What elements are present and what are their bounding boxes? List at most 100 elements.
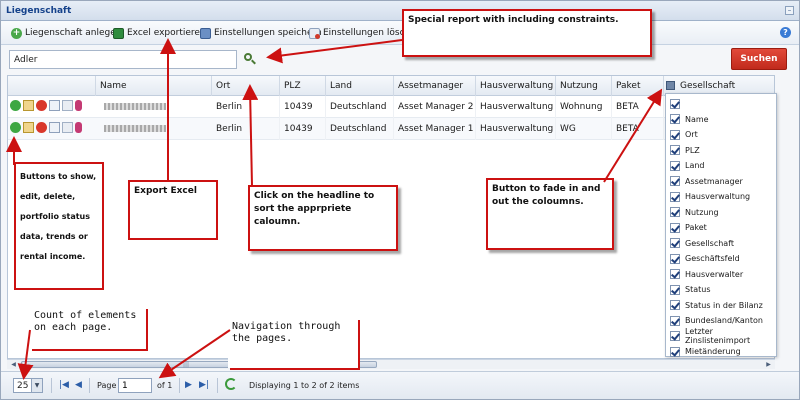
column-header-hausverwaltung[interactable]: Hausverwaltung [476, 76, 556, 96]
checkbox[interactable] [670, 238, 680, 249]
checkbox[interactable] [670, 160, 680, 171]
search-input[interactable] [9, 50, 237, 69]
column-menu-icon[interactable] [666, 81, 675, 90]
refresh-icon[interactable] [225, 378, 237, 390]
scroll-left-icon[interactable]: ◀ [9, 361, 18, 368]
table-row[interactable]: Berlin 10439 Deutschland Asset Manager 2… [8, 96, 774, 118]
previous-page-icon[interactable]: ◀ [75, 380, 82, 390]
column-toggle[interactable]: Hausverwalter [666, 267, 776, 283]
checkbox[interactable] [670, 269, 680, 280]
column-toggle[interactable]: Gesellschaft [666, 236, 776, 252]
search-icon[interactable] [244, 53, 256, 65]
save-settings-button[interactable]: Einstellungen speichern [200, 26, 322, 40]
edit-icon[interactable] [23, 122, 34, 133]
column-toggle-label: Hausverwaltung [685, 192, 751, 202]
checkbox[interactable] [670, 315, 680, 326]
cell-plz: 10439 [280, 96, 326, 118]
column-toggle[interactable]: Mietänderung [666, 344, 776, 360]
column-toggle[interactable]: Hausverwaltung [666, 189, 776, 205]
display-count-text: Displaying 1 to 2 of 2 items [249, 381, 360, 390]
table-row[interactable]: Berlin 10439 Deutschland Asset Manager 1… [8, 118, 774, 140]
checkbox[interactable] [670, 253, 680, 264]
cell-ort: Berlin [212, 96, 280, 118]
create-property-button[interactable]: + Liegenschaft anlegen [11, 26, 121, 40]
help-icon[interactable]: ? [780, 27, 791, 38]
checkbox[interactable] [670, 331, 680, 342]
column-toggle-label: Mietänderung [685, 347, 741, 357]
cell-plz: 10439 [280, 118, 326, 140]
column-header-assetmanager[interactable]: Assetmanager [394, 76, 476, 96]
portfolio-status-icon[interactable] [49, 100, 60, 111]
page-count-label: of 1 [157, 381, 173, 390]
rental-income-icon[interactable] [75, 100, 82, 111]
first-page-icon[interactable]: |◀ [59, 380, 69, 390]
checkbox[interactable] [670, 346, 680, 357]
column-header-paket[interactable]: Paket [612, 76, 664, 96]
column-toggle[interactable]: Paket [666, 220, 776, 236]
column-toggle[interactable]: Assetmanager [666, 174, 776, 190]
show-icon[interactable] [10, 100, 21, 111]
create-property-label: Liegenschaft anlegen [25, 28, 122, 38]
column-toggle-label: Land [685, 161, 705, 171]
chevron-down-icon[interactable]: ▼ [31, 379, 42, 392]
checkbox[interactable] [670, 222, 680, 233]
next-page-icon[interactable]: ▶ [185, 380, 192, 390]
column-toggle-label: Geschäftsfeld [685, 254, 740, 264]
column-toggle[interactable]: Status in der Bilanz [666, 298, 776, 314]
column-toggle-label: PLZ [685, 145, 700, 155]
column-header-name[interactable]: Name [96, 76, 212, 96]
show-icon[interactable] [10, 122, 21, 133]
checkbox[interactable] [670, 114, 680, 125]
add-icon: + [11, 27, 22, 39]
column-toggle-label: Bundesland/Kanton [685, 316, 763, 326]
column-toggle[interactable]: Ort [666, 127, 776, 143]
column-toggle[interactable]: Name [666, 112, 776, 128]
grid-header: Name Ort PLZ Land Assetmanager Hausverwa… [8, 76, 774, 96]
column-header-nutzung[interactable]: Nutzung [556, 76, 612, 96]
column-toggle-blank[interactable] [666, 96, 776, 112]
column-toggle[interactable]: Bundesland/Kanton [666, 313, 776, 329]
scroll-right-icon[interactable]: ▶ [764, 361, 773, 368]
checkbox[interactable] [670, 145, 680, 156]
search-button[interactable]: Suchen [731, 48, 787, 70]
cell-land: Deutschland [326, 96, 394, 118]
last-page-icon[interactable]: ▶| [199, 380, 209, 390]
checkbox[interactable] [670, 176, 680, 187]
checkbox[interactable] [670, 207, 680, 218]
column-toggle[interactable]: Nutzung [666, 205, 776, 221]
column-header-ort[interactable]: Ort [212, 76, 280, 96]
horizontal-scrollbar[interactable]: ◀ ||| ▶ [7, 359, 775, 369]
column-toggle[interactable]: PLZ [666, 143, 776, 159]
column-toggle[interactable]: Status [666, 282, 776, 298]
column-toggle-label: Paket [685, 223, 707, 233]
checkbox[interactable] [670, 98, 680, 109]
column-toggle[interactable]: Geschäftsfeld [666, 251, 776, 267]
checkbox[interactable] [670, 129, 680, 140]
page-number-input[interactable] [118, 378, 152, 393]
column-header-plz[interactable]: PLZ [280, 76, 326, 96]
cell-hausverwaltung: Hausverwaltung Hube [476, 96, 556, 118]
column-toggle[interactable]: Letzter Zinslistenimport [666, 327, 776, 345]
checkbox[interactable] [670, 284, 680, 295]
checkbox[interactable] [670, 300, 680, 311]
annotation-row-buttons: Buttons to show, edit, delete, portfolio… [14, 162, 104, 290]
rental-income-icon[interactable] [75, 122, 82, 133]
edit-icon[interactable] [23, 100, 34, 111]
window-title: Liegenschaft [6, 6, 72, 16]
page-size-select[interactable]: 25 ▼ [13, 378, 43, 393]
trends-icon[interactable] [62, 122, 73, 133]
column-header-land[interactable]: Land [326, 76, 394, 96]
delete-icon[interactable] [36, 122, 47, 133]
window-titlebar: Liegenschaft – [1, 1, 799, 21]
save-settings-label: Einstellungen speichern [214, 28, 322, 38]
export-excel-button[interactable]: Excel exportieren [113, 26, 206, 40]
delete-icon[interactable] [36, 100, 47, 111]
pagination-bar: 25 ▼ |◀ ◀ Page of 1 ▶ ▶| Displaying 1 to… [1, 371, 799, 399]
scrollbar-grip-icon: ||| [183, 361, 190, 368]
trends-icon[interactable] [62, 100, 73, 111]
portfolio-status-icon[interactable] [49, 122, 60, 133]
checkbox[interactable] [670, 191, 680, 202]
redacted-name [104, 103, 166, 110]
collapse-icon[interactable]: – [785, 6, 794, 15]
column-toggle[interactable]: Land [666, 158, 776, 174]
